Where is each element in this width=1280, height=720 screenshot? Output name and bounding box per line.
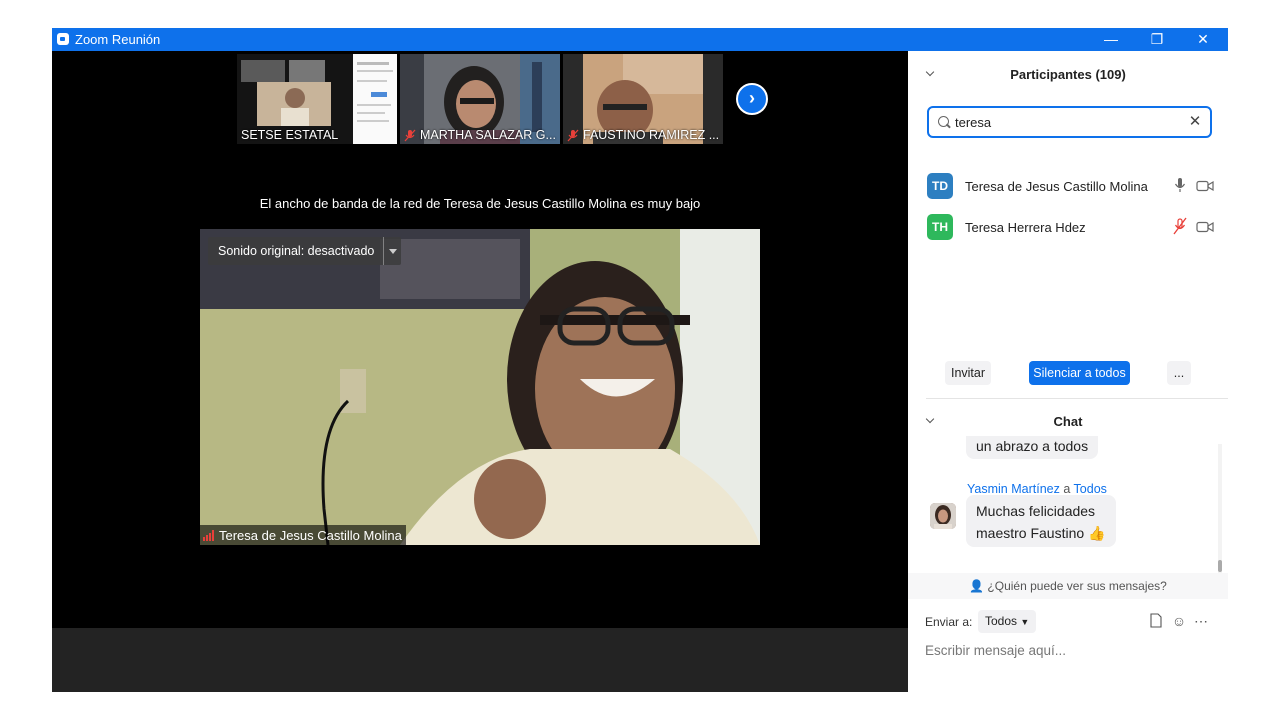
chat-separator: a [1063, 482, 1071, 496]
chevron-down-icon: ▼ [1020, 617, 1030, 627]
side-panel: Participantes (109) ✕ TD Teresa de Jesus… [908, 51, 1228, 692]
active-speaker-video[interactable]: Sonido original: desactivado Teresa de J… [200, 229, 760, 545]
microphone-icon[interactable] [1173, 176, 1187, 194]
send-to-row: Enviar a: Todos ▼ ☺ ⋯ [908, 609, 1228, 635]
zoom-window: Zoom Reunión — ❐ ✕ SETSE ESTATAL MARTHA … [52, 28, 1228, 692]
muted-mic-icon[interactable] [1173, 217, 1187, 235]
chat-text-line: maestro Faustino 👍 [976, 522, 1106, 544]
send-to-label: Enviar a: [925, 615, 973, 629]
participant-name: SETSE ESTATAL [241, 128, 339, 142]
video-thumbnail[interactable]: MARTHA SALAZAR G... [400, 54, 560, 144]
title-bar: Zoom Reunión — ❐ ✕ [52, 28, 1228, 51]
participant-search[interactable]: ✕ [927, 106, 1212, 138]
participant-name: Teresa Herrera Hdez [965, 220, 1086, 235]
window-title: Zoom Reunión [75, 32, 161, 47]
speaker-name-tag: Teresa de Jesus Castillo Molina [200, 525, 406, 545]
chat-recipient[interactable]: Todos [1074, 482, 1107, 496]
close-button[interactable]: ✕ [1180, 28, 1226, 51]
participant-row[interactable]: TH Teresa Herrera Hdez [908, 210, 1228, 246]
emoji-icon[interactable]: ☺ [1171, 613, 1187, 629]
video-thumbnail[interactable]: SETSE ESTATAL [237, 54, 397, 144]
minimize-button[interactable]: — [1088, 28, 1134, 51]
speaker-name: Teresa de Jesus Castillo Molina [219, 527, 402, 543]
clear-search-icon[interactable]: ✕ [1187, 113, 1203, 131]
who-can-see-link[interactable]: 👤 ¿Quién puede ver sus mensajes? [908, 573, 1228, 599]
video-camera-icon[interactable] [1196, 179, 1214, 192]
meeting-toolbar [52, 628, 908, 692]
chat-text-line: Muchas felicidades [976, 503, 1096, 519]
chat-bubble: Muchas felicidades maestro Faustino 👍 [966, 495, 1116, 547]
video-camera-icon[interactable] [1196, 220, 1214, 233]
muted-mic-icon [567, 129, 579, 142]
chat-text: maestro Faustino [976, 525, 1085, 541]
participant-row[interactable]: TD Teresa de Jesus Castillo Molina [908, 169, 1228, 205]
original-sound-label: Sonido original: desactivado [218, 244, 375, 258]
participant-name: FAUSTINO RAMIREZ ... [583, 128, 720, 142]
original-sound-toggle[interactable]: Sonido original: desactivado [208, 237, 402, 265]
chat-messages: un abrazo a todos Yasmin Martínez a Todo… [908, 436, 1228, 576]
thumbnail-label: MARTHA SALAZAR G... [404, 128, 556, 142]
panel-divider [926, 398, 1228, 399]
chat-title: Chat [1053, 414, 1083, 429]
chevron-down-icon[interactable] [383, 237, 401, 265]
participant-name: MARTHA SALAZAR G... [420, 128, 556, 142]
chat-scrollbar-thumb[interactable] [1218, 560, 1222, 572]
video-thumbnail[interactable]: FAUSTINO RAMIREZ ... [563, 54, 723, 144]
video-area: SETSE ESTATAL MARTHA SALAZAR G... FAUSTI… [52, 51, 908, 692]
file-icon[interactable] [1148, 613, 1164, 629]
chat-message-input[interactable] [925, 640, 1215, 660]
chevron-right-icon: › [749, 88, 755, 108]
user-lock-icon: 👤 [969, 579, 985, 593]
search-icon [938, 116, 949, 127]
send-to-dropdown[interactable]: Todos ▼ [978, 610, 1037, 633]
thumbnail-label: FAUSTINO RAMIREZ ... [567, 128, 719, 142]
bandwidth-warning: El ancho de banda de la red de Teresa de… [259, 196, 701, 211]
restore-button[interactable]: ❐ [1134, 28, 1180, 51]
signal-strength-icon [203, 529, 214, 541]
more-icon[interactable]: ⋯ [1193, 613, 1209, 629]
participants-title: Participantes (109) [1010, 67, 1126, 82]
more-options-button[interactable]: ... [1167, 361, 1191, 385]
send-to-value: Todos [985, 614, 1018, 628]
avatar: TD [927, 173, 953, 199]
invite-button[interactable]: Invitar [945, 361, 991, 385]
next-page-button[interactable]: › [736, 83, 768, 115]
muted-mic-icon [404, 129, 416, 142]
thumbnail-label: SETSE ESTATAL [241, 128, 338, 142]
mute-all-button[interactable]: Silenciar a todos [1029, 361, 1130, 385]
chat-message-header: Yasmin Martínez a Todos [967, 482, 1107, 496]
meeting-stage: SETSE ESTATAL MARTHA SALAZAR G... FAUSTI… [52, 51, 908, 628]
chat-sender[interactable]: Yasmin Martínez [967, 482, 1060, 496]
zoom-app-icon [57, 33, 69, 45]
avatar: TH [927, 214, 953, 240]
participant-name: Teresa de Jesus Castillo Molina [965, 179, 1148, 194]
who-can-see-label: ¿Quién puede ver sus mensajes? [987, 579, 1167, 593]
thumbs-up-icon: 👍 [1088, 525, 1106, 541]
participant-search-input[interactable] [955, 113, 1185, 131]
chat-bubble: un abrazo a todos [966, 436, 1099, 459]
chat-scrollbar[interactable] [1218, 444, 1222, 574]
participant-actions: Invitar Silenciar a todos ... [908, 361, 1228, 387]
avatar [930, 503, 956, 529]
speaker-video-frame [200, 229, 760, 545]
